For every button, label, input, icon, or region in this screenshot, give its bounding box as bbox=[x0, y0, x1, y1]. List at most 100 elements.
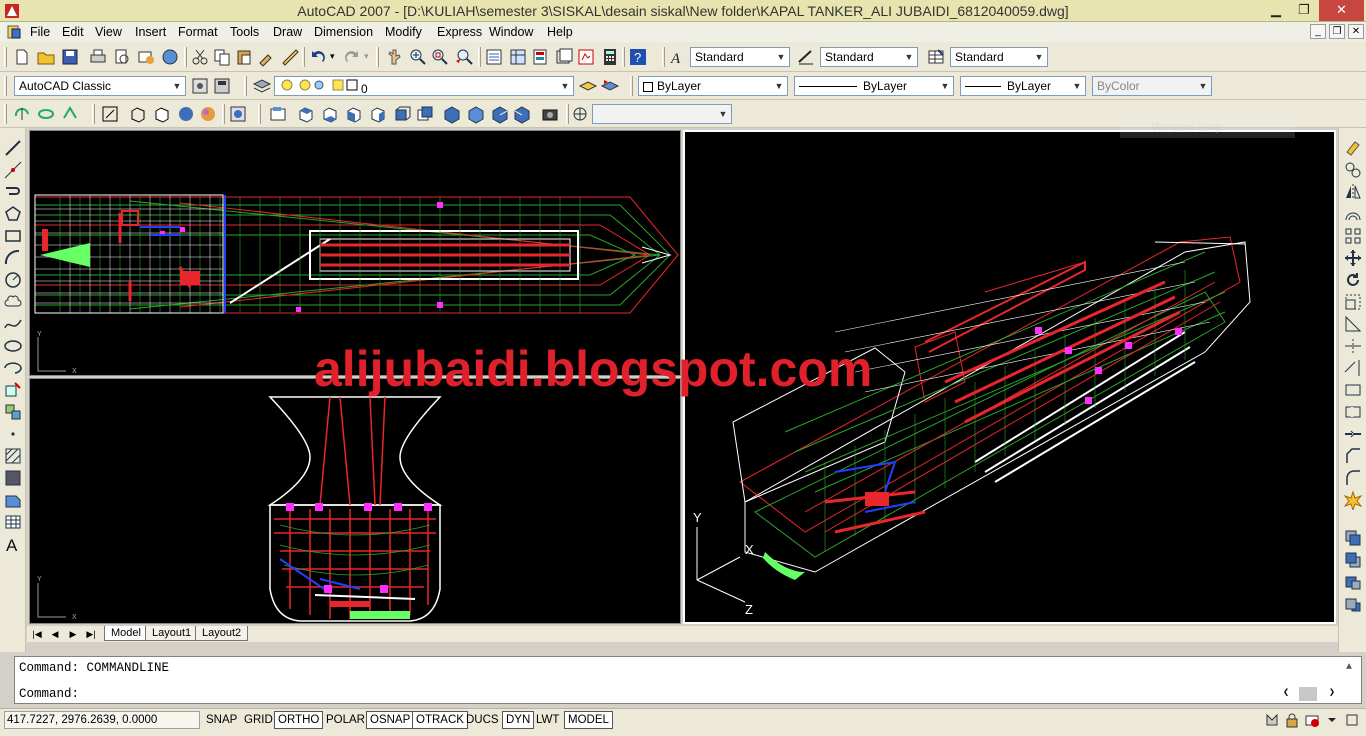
toolbar-grip[interactable] bbox=[630, 76, 633, 96]
fillet-icon[interactable] bbox=[1343, 468, 1363, 488]
rotate-icon[interactable] bbox=[1343, 270, 1363, 290]
join-icon[interactable] bbox=[1343, 424, 1363, 444]
toolbar-grip[interactable] bbox=[222, 104, 225, 124]
draworder-front-icon[interactable] bbox=[1343, 528, 1363, 548]
markup-set-icon[interactable] bbox=[576, 47, 596, 67]
last-tab-icon[interactable]: ▶| bbox=[83, 627, 99, 641]
ucs-icon[interactable] bbox=[570, 104, 590, 124]
tab-layout2[interactable]: Layout2 bbox=[195, 626, 249, 641]
back-view-icon[interactable] bbox=[414, 104, 434, 124]
workspace-save-icon[interactable] bbox=[212, 76, 232, 96]
make-block-icon[interactable] bbox=[3, 402, 23, 422]
scroll-up-icon[interactable]: ▲ bbox=[1341, 659, 1357, 677]
layer-select[interactable]: 0 ▼ bbox=[274, 76, 574, 96]
table-style-select[interactable]: Standard ▼ bbox=[950, 47, 1048, 67]
zoom-realtime-icon[interactable] bbox=[408, 47, 428, 67]
pan-realtime-icon[interactable] bbox=[384, 47, 404, 67]
ellipse-arc-icon[interactable] bbox=[3, 358, 23, 378]
save-icon[interactable] bbox=[60, 47, 80, 67]
erase-icon[interactable] bbox=[1343, 138, 1363, 158]
realistic-icon[interactable] bbox=[176, 104, 196, 124]
draworder-under-icon[interactable] bbox=[1343, 594, 1363, 614]
menu-tools[interactable]: Tools bbox=[230, 25, 259, 39]
osnap-toggle[interactable]: OSNAP bbox=[366, 711, 415, 729]
viewport-front[interactable]: Y X bbox=[29, 378, 681, 624]
command-history[interactable]: Command: COMMANDLINE Command: ▲ ❮ ❯ bbox=[14, 656, 1362, 704]
chamfer-icon[interactable] bbox=[1343, 446, 1363, 466]
trim-icon[interactable] bbox=[1343, 336, 1363, 356]
circle-icon[interactable] bbox=[3, 270, 23, 290]
status-tray-icon[interactable] bbox=[1304, 712, 1320, 728]
hatch-icon[interactable] bbox=[3, 446, 23, 466]
right-view-icon[interactable] bbox=[368, 104, 388, 124]
dimension-style-icon[interactable] bbox=[796, 47, 816, 67]
copy-object-icon[interactable] bbox=[1343, 160, 1363, 180]
undo-dropdown-icon[interactable]: ▾ bbox=[330, 51, 335, 62]
cut-icon[interactable] bbox=[190, 47, 210, 67]
next-tab-icon[interactable]: ▶ bbox=[65, 627, 81, 641]
sheet-set-icon[interactable] bbox=[554, 47, 574, 67]
menu-edit[interactable]: Edit bbox=[62, 25, 84, 39]
sw-isometric-icon[interactable] bbox=[442, 104, 462, 124]
tab-model[interactable]: Model bbox=[104, 626, 148, 641]
drawing-minimize-button[interactable]: _ bbox=[1310, 24, 1326, 39]
command-prompt[interactable]: Command: bbox=[19, 687, 79, 701]
block-editor-icon[interactable] bbox=[280, 47, 300, 67]
se-isometric-icon[interactable] bbox=[466, 104, 486, 124]
menu-help[interactable]: Help bbox=[547, 25, 573, 39]
free-orbit-icon[interactable] bbox=[36, 104, 56, 124]
menu-draw[interactable]: Draw bbox=[273, 25, 302, 39]
toolbar-grip[interactable] bbox=[4, 47, 7, 67]
left-view-icon[interactable] bbox=[344, 104, 364, 124]
draworder-above-icon[interactable] bbox=[1343, 572, 1363, 592]
restore-button[interactable]: ❐ bbox=[1290, 0, 1318, 21]
menu-format[interactable]: Format bbox=[178, 25, 218, 39]
scroll-right-icon[interactable]: ❯ bbox=[1329, 686, 1335, 702]
constrained-orbit-icon[interactable] bbox=[12, 104, 32, 124]
tab-layout1[interactable]: Layout1 bbox=[145, 626, 199, 641]
redo-icon[interactable] bbox=[342, 47, 362, 67]
menu-view[interactable]: View bbox=[95, 25, 122, 39]
document-icon[interactable] bbox=[6, 24, 22, 40]
text-style-icon[interactable]: A bbox=[668, 47, 688, 67]
copy-icon[interactable] bbox=[212, 47, 232, 67]
plotstyle-control-select[interactable]: ByColor ▼ bbox=[1092, 76, 1212, 96]
chevron-down-icon[interactable] bbox=[1324, 712, 1340, 728]
drawing-close-button[interactable]: ✕ bbox=[1348, 24, 1364, 39]
toolbar-grip[interactable] bbox=[4, 104, 7, 124]
model-toggle[interactable]: MODEL bbox=[564, 711, 613, 729]
plot-preview-icon[interactable] bbox=[112, 47, 132, 67]
multiline-text-icon[interactable]: A bbox=[3, 534, 23, 555]
layer-manager-icon[interactable] bbox=[252, 76, 272, 96]
quickcalc-icon[interactable] bbox=[600, 47, 620, 67]
menu-dimension[interactable]: Dimension bbox=[314, 25, 373, 39]
first-tab-icon[interactable]: |◀ bbox=[29, 627, 45, 641]
ellipse-icon[interactable] bbox=[3, 336, 23, 356]
color-control-select[interactable]: ByLayer ▼ bbox=[638, 76, 788, 96]
table-style-icon[interactable] bbox=[926, 47, 946, 67]
design-center-icon[interactable] bbox=[508, 47, 528, 67]
front-view-icon[interactable] bbox=[392, 104, 412, 124]
plot-icon[interactable] bbox=[88, 47, 108, 67]
dyn-toggle[interactable]: DYN bbox=[502, 711, 535, 729]
extend-icon[interactable] bbox=[1343, 358, 1363, 378]
scroll-left-icon[interactable]: ❮ bbox=[1283, 686, 1289, 702]
workspace-settings-icon[interactable] bbox=[190, 76, 210, 96]
toolbar-grip[interactable] bbox=[92, 104, 95, 124]
toolbar-grip[interactable] bbox=[4, 76, 7, 96]
arc-icon[interactable] bbox=[3, 248, 23, 268]
zoom-window-icon[interactable] bbox=[430, 47, 450, 67]
polyline-icon[interactable] bbox=[3, 182, 23, 202]
toolbar-grip[interactable] bbox=[662, 47, 665, 67]
redo-dropdown-icon[interactable]: ▾ bbox=[364, 51, 369, 62]
ne-isometric-icon[interactable] bbox=[490, 104, 510, 124]
3d-hidden-icon[interactable] bbox=[152, 104, 172, 124]
nw-isometric-icon[interactable] bbox=[512, 104, 532, 124]
ducs-toggle[interactable]: DUCS bbox=[462, 711, 503, 729]
offset-icon[interactable] bbox=[1343, 204, 1363, 224]
construction-line-icon[interactable] bbox=[3, 160, 23, 180]
3d-wireframe-icon[interactable] bbox=[128, 104, 148, 124]
stretch-icon[interactable] bbox=[1343, 314, 1363, 334]
point-icon[interactable] bbox=[3, 424, 23, 444]
menu-window[interactable]: Window bbox=[489, 25, 533, 39]
